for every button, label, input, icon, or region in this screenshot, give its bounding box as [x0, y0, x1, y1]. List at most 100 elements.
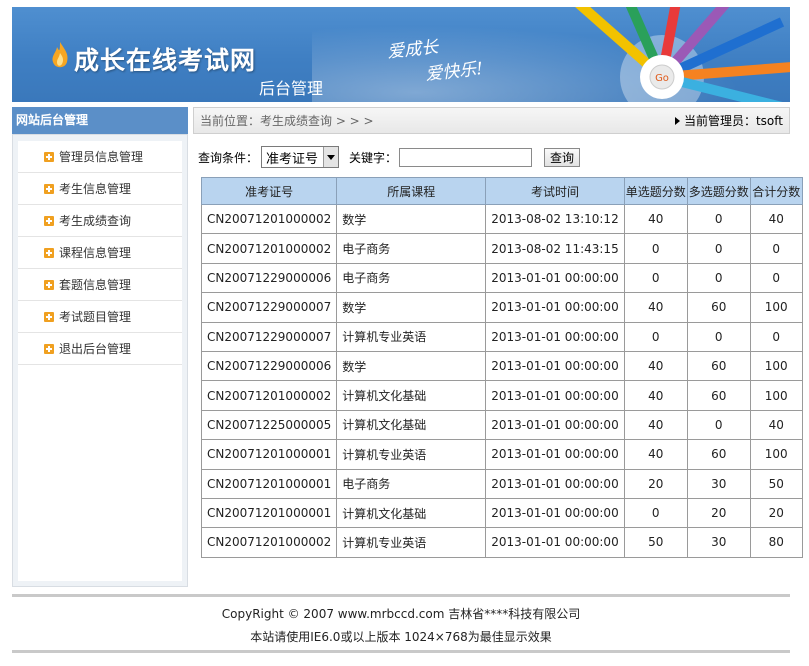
table-cell: 0 — [686, 321, 751, 352]
table-row: CN20071201000002 电子商务 2013-08-02 11:43:15 0… — [200, 233, 803, 264]
table-row: CN20071201000002 计算机文化基础 2013-01-01 00:00:… — [200, 380, 803, 411]
table-cell: 数学 — [336, 203, 487, 235]
table-cell: 40 — [623, 380, 688, 411]
sidebar-item-course-info[interactable]: 课程信息管理 — [18, 237, 182, 269]
footer-divider — [12, 594, 790, 597]
table-cell: 0 — [623, 321, 688, 352]
table-cell: 0 — [623, 233, 688, 264]
table-row: CN20071201000001 计算机专业英语 2013-01-01 00:00:… — [200, 439, 803, 470]
condition-select-value: 准考证号 — [266, 151, 319, 167]
table-cell: 100 — [749, 380, 803, 411]
triangle-right-icon — [674, 116, 680, 125]
column-header: 准考证号 — [200, 177, 338, 205]
table-cell: CN20071201000001 — [200, 439, 338, 470]
footer-divider — [12, 650, 790, 653]
table-cell: 20 — [686, 497, 751, 529]
table-cell: 计算机文化基础 — [336, 409, 487, 441]
table-cell: 30 — [686, 468, 751, 499]
table-cell: 0 — [686, 409, 751, 441]
table-header-row: 准考证号 所属课程 考试时间 单选题分数 多选题分数 合计分数 — [200, 177, 803, 205]
table-cell: 0 — [686, 203, 751, 235]
column-header: 多选题分数 — [686, 177, 751, 205]
table-cell: 2013-01-01 00:00:00 — [485, 468, 625, 499]
plus-icon — [44, 343, 54, 354]
sidebar-item-label: 考试题目管理 — [59, 310, 132, 324]
location-bar: 当前位置：考生成绩查询 > > > 当前管理员：tsoft — [193, 107, 790, 134]
sidebar-item-question-manage[interactable]: 考试题目管理 — [18, 301, 182, 333]
table-cell: 100 — [749, 292, 803, 323]
table-cell: 2013-08-02 13:10:12 — [485, 203, 625, 235]
table-cell: 2013-01-01 00:00:00 — [485, 497, 625, 529]
search-button[interactable]: 查询 — [544, 147, 581, 167]
table-cell: CN20071201000001 — [200, 497, 338, 529]
keyword-input[interactable] — [399, 147, 533, 167]
table-cell: 60 — [686, 292, 751, 323]
table-cell: 40 — [623, 292, 688, 323]
sidebar-item-paper-set[interactable]: 套题信息管理 — [18, 269, 182, 301]
sidebar-item-admin-info[interactable]: 管理员信息管理 — [18, 141, 182, 173]
sidebar-item-label: 考生信息管理 — [59, 182, 132, 196]
table-row: CN20071229000006 电子商务 2013-01-01 00:00:00 0… — [200, 262, 803, 294]
sidebar-item-examinee-info[interactable]: 考生信息管理 — [18, 173, 182, 205]
table-cell: 0 — [623, 262, 688, 294]
column-header: 单选题分数 — [623, 177, 688, 205]
table-cell: 2013-01-01 00:00:00 — [485, 380, 625, 411]
footer-copyright: CopyRight © 2007 www.mrbccd.com 吉林省****科… — [221, 607, 581, 621]
table-cell: 计算机专业英语 — [336, 527, 487, 558]
plus-icon — [44, 151, 54, 162]
table-cell: 2013-01-01 00:00:00 — [485, 262, 625, 294]
colored-pencils-graphic: Go — [575, 7, 790, 102]
table-cell: 电子商务 — [336, 262, 487, 294]
table-row: CN20071229000007 数学 2013-01-01 00:00:00 40 6… — [200, 292, 803, 323]
plus-icon — [44, 279, 54, 290]
table-cell: 计算机专业英语 — [336, 439, 487, 470]
table-cell: 2013-01-01 00:00:00 — [485, 409, 625, 441]
table-cell: 0 — [686, 262, 751, 294]
table-cell: 100 — [749, 439, 803, 470]
table-cell: CN20071201000002 — [200, 233, 338, 264]
sidebar-item-score-query[interactable]: 考生成绩查询 — [18, 205, 182, 237]
table-cell: CN20071225000005 — [200, 409, 338, 441]
table-cell: 计算机文化基础 — [336, 380, 487, 411]
table-cell: 50 — [623, 527, 688, 558]
sidebar-title: 网站后台管理 — [12, 107, 188, 134]
slogan-line-1: 爱成长 — [386, 37, 440, 63]
table-row: CN20071225000005 计算机文化基础 2013-01-01 00:00:… — [200, 409, 803, 441]
table-cell: 0 — [749, 262, 803, 294]
table-row: CN20071229000006 数学 2013-01-01 00:00:00 40 6… — [200, 350, 803, 382]
sidebar-item-logout[interactable]: 退出后台管理 — [18, 333, 182, 365]
table-cell: 0 — [749, 233, 803, 264]
table-row: CN20071201000002 计算机专业英语 2013-01-01 00:00:… — [200, 527, 803, 558]
table-cell: 计算机文化基础 — [336, 497, 487, 529]
chevron-down-icon[interactable] — [323, 147, 339, 167]
table-cell: 0 — [686, 233, 751, 264]
table-cell: 50 — [749, 468, 803, 499]
table-cell: 2013-01-01 00:00:00 — [485, 321, 625, 352]
table-cell: 电子商务 — [336, 468, 487, 499]
table-cell: 40 — [623, 409, 688, 441]
table-cell: CN20071229000006 — [200, 262, 338, 294]
table-row: CN20071201000001 计算机文化基础 2013-01-01 00:00:… — [200, 497, 803, 529]
current-admin: 当前管理员：tsoft — [674, 112, 783, 129]
table-row: CN20071201000002 数学 2013-08-02 13:10:12 40 0… — [200, 203, 803, 235]
table-cell: 40 — [749, 203, 803, 235]
current-admin-label: 当前管理员：tsoft — [683, 114, 783, 128]
table-cell: CN20071201000002 — [200, 380, 338, 411]
search-form: 查询条件： 准考证号 关键字： 查询 — [198, 145, 581, 169]
sidebar-menu: 管理员信息管理 考生信息管理 考生成绩查询 课程信息管理 套题信息管理 考试题目… — [18, 141, 182, 581]
table-row: CN20071201000001 电子商务 2013-01-01 00:00:00 2… — [200, 468, 803, 499]
pencil-badge-text: Go — [655, 73, 669, 84]
table-cell: 40 — [623, 350, 688, 382]
flame-logo-icon — [52, 42, 68, 68]
table-cell: 100 — [749, 350, 803, 382]
plus-icon — [44, 183, 54, 194]
table-cell: 20 — [749, 497, 803, 529]
column-header: 所属课程 — [336, 177, 487, 205]
condition-select[interactable]: 准考证号 — [261, 146, 340, 168]
breadcrumb: 当前位置：考生成绩查询 > > > — [200, 114, 374, 128]
column-header: 考试时间 — [485, 177, 625, 205]
table-cell: CN20071229000007 — [200, 321, 338, 352]
results-table: 准考证号 所属课程 考试时间 单选题分数 多选题分数 合计分数 CN200712… — [200, 177, 803, 558]
footer-notice: 本站请使用IE6.0或以上版本 1024×768为最佳显示效果 — [250, 630, 552, 644]
sidebar-item-label: 课程信息管理 — [59, 246, 132, 260]
